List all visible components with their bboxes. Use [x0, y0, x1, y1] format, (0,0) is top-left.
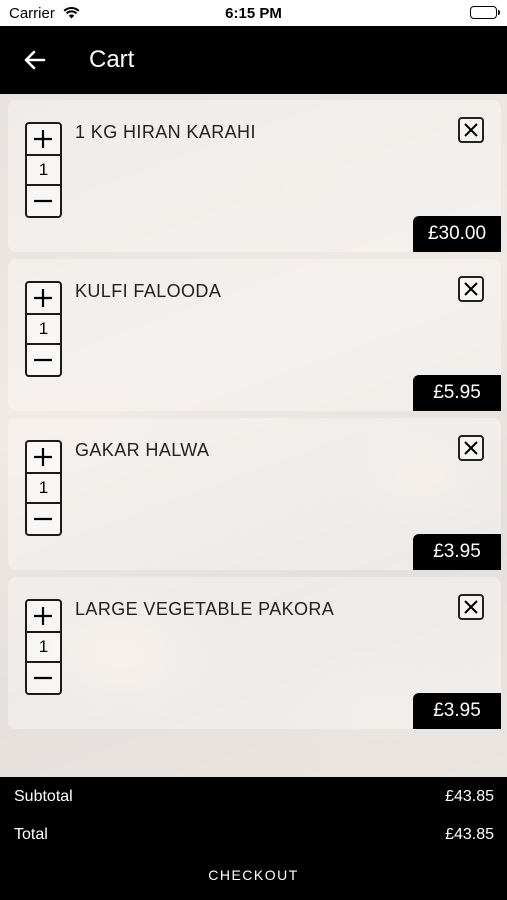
close-icon	[464, 282, 478, 296]
total-label: Total	[14, 826, 48, 843]
quantity-stepper: 1	[25, 440, 62, 536]
minus-icon	[34, 199, 52, 203]
item-price: £3.95	[413, 534, 501, 570]
increase-quantity-button[interactable]	[27, 442, 60, 472]
total-row: Total £43.85	[14, 826, 494, 846]
subtotal-label: Subtotal	[14, 788, 73, 805]
plus-icon	[34, 448, 52, 466]
remove-item-button[interactable]	[458, 435, 484, 461]
increase-quantity-button[interactable]	[27, 283, 60, 313]
increase-quantity-button[interactable]	[27, 124, 60, 154]
page-title: Cart	[89, 46, 135, 73]
minus-icon	[34, 358, 52, 362]
subtotal-row: Subtotal £43.85	[14, 788, 494, 808]
plus-icon	[34, 607, 52, 625]
quantity-stepper: 1	[25, 599, 62, 695]
status-bar: Carrier 6:15 PM	[0, 0, 507, 26]
decrease-quantity-button[interactable]	[27, 345, 60, 375]
total-value: £43.85	[445, 826, 494, 843]
decrease-quantity-button[interactable]	[27, 663, 60, 693]
close-icon	[464, 441, 478, 455]
item-name: LARGE VEGETABLE PAKORA	[75, 599, 335, 619]
remove-item-button[interactable]	[458, 594, 484, 620]
decrease-quantity-button[interactable]	[27, 186, 60, 216]
quantity-value: 1	[27, 313, 60, 345]
cart-list[interactable]: 1 1 KG HIRAN KARAHI £30.00 1 KULFI FALOO…	[0, 94, 507, 777]
minus-icon	[34, 517, 52, 521]
cart-item: 1 GAKAR HALWA £3.95	[8, 418, 501, 570]
quantity-value: 1	[27, 472, 60, 504]
back-arrow-icon[interactable]	[18, 46, 52, 74]
checkout-button[interactable]: CHECKOUT	[0, 867, 507, 883]
item-price: £5.95	[413, 375, 501, 411]
cart-item: 1 1 KG HIRAN KARAHI £30.00	[8, 100, 501, 252]
battery-icon	[470, 6, 500, 19]
plus-icon	[34, 130, 52, 148]
cart-item: 1 KULFI FALOODA £5.95	[8, 259, 501, 411]
remove-item-button[interactable]	[458, 117, 484, 143]
plus-icon	[34, 289, 52, 307]
decrease-quantity-button[interactable]	[27, 504, 60, 534]
nav-bar: Cart	[0, 26, 507, 94]
quantity-value: 1	[27, 154, 60, 186]
quantity-value: 1	[27, 631, 60, 663]
cart-item: 1 LARGE VEGETABLE PAKORA £3.95	[8, 577, 501, 729]
minus-icon	[34, 676, 52, 680]
cart-summary: Subtotal £43.85 Total £43.85 CHECKOUT	[0, 777, 507, 900]
item-price: £3.95	[413, 693, 501, 729]
quantity-stepper: 1	[25, 122, 62, 218]
subtotal-value: £43.85	[445, 788, 494, 805]
item-price: £30.00	[413, 216, 501, 252]
close-icon	[464, 123, 478, 137]
quantity-stepper: 1	[25, 281, 62, 377]
close-icon	[464, 600, 478, 614]
remove-item-button[interactable]	[458, 276, 484, 302]
item-name: 1 KG HIRAN KARAHI	[75, 122, 256, 142]
clock: 6:15 PM	[225, 5, 282, 22]
increase-quantity-button[interactable]	[27, 601, 60, 631]
item-name: KULFI FALOODA	[75, 281, 222, 301]
item-name: GAKAR HALWA	[75, 440, 210, 460]
